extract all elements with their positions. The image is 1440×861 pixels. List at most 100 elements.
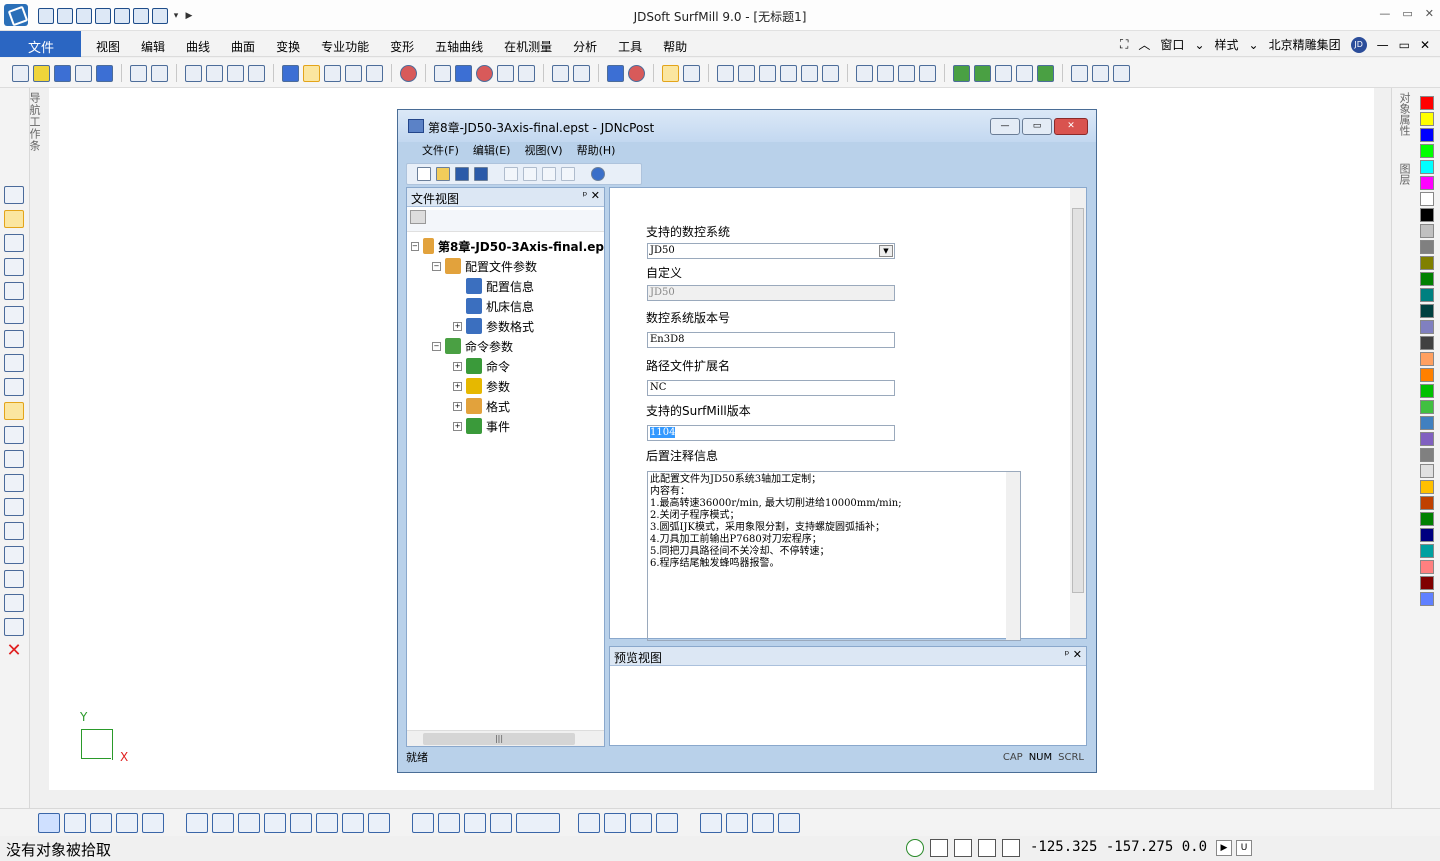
palette-swatch[interactable] [1420,464,1434,478]
palette-swatch[interactable] [1420,576,1434,590]
top-view-icon[interactable] [324,64,341,82]
refresh-icon[interactable] [1071,64,1088,82]
expand-toggle-icon[interactable]: + [453,421,462,431]
undo-view-icon[interactable] [752,813,774,833]
wireframe-icon[interactable] [434,64,451,82]
dialog-menu-help[interactable]: 帮助(H) [577,142,616,162]
restore-icon[interactable]: ▭ [1402,7,1412,20]
select-filter-icon[interactable] [662,64,679,82]
axis-view-icon[interactable] [366,64,383,82]
layers-tab[interactable]: 图层 [1398,163,1411,185]
canvas-horizontal-scrollbar[interactable] [49,790,1374,806]
expand-toggle-icon[interactable]: + [453,381,462,391]
palette-swatch[interactable] [1420,160,1434,174]
dialog-minimize-button[interactable]: — [990,118,1020,135]
menu-curve[interactable]: 曲线 [186,38,210,55]
palette-swatch[interactable] [1420,304,1434,318]
light-on-icon[interactable] [974,64,991,82]
version-field[interactable]: En3D8 [647,332,895,348]
zoom-all-icon[interactable] [780,64,797,82]
circle-center-icon[interactable] [4,306,24,324]
collapse-ribbon-icon[interactable]: ︿ [1138,36,1150,53]
tree-node[interactable]: − 命令参数 [407,336,604,356]
tree-node[interactable]: + 格式 [407,396,604,416]
snap-solid-icon[interactable] [342,813,364,833]
doc-restore-icon[interactable]: ▭ [1399,38,1410,52]
expand-toggle-icon[interactable]: + [453,321,462,331]
new-icon[interactable] [12,64,29,82]
zoom-prev-icon[interactable] [822,64,839,82]
snap-surface-icon[interactable] [316,813,338,833]
pan-icon[interactable] [856,64,873,82]
measure-icon[interactable] [4,426,24,444]
delete-icon[interactable] [185,64,202,82]
copy-icon[interactable] [227,64,244,82]
palette-swatch[interactable] [1420,112,1434,126]
menu-surface[interactable]: 曲面 [231,38,255,55]
shaded-sphere-icon[interactable] [455,64,472,82]
tree-node[interactable]: + 参数格式 [407,316,604,336]
palette-swatch[interactable] [1420,224,1434,238]
palette-swatch[interactable] [1420,96,1434,110]
menu-deform[interactable]: 变形 [390,38,414,55]
point-line-icon[interactable] [4,258,24,276]
menu-transform[interactable]: 变换 [276,38,300,55]
minimize-icon[interactable]: — [1379,7,1390,20]
file-tab[interactable]: 文件 [0,31,81,57]
properties-icon[interactable] [410,210,426,224]
snap-plane-icon[interactable] [238,813,260,833]
palette-swatch[interactable] [1420,416,1434,430]
cnc-system-select[interactable]: JD50 ▼ [647,243,895,259]
palette-swatch[interactable] [1420,288,1434,302]
menu-onmachine-measure[interactable]: 在机测量 [504,38,552,55]
window-view-icon[interactable] [726,813,748,833]
close-icon[interactable]: ✕ [1425,7,1434,20]
chevron-down-icon[interactable]: ▼ [879,245,893,257]
pane-pin-close-icon[interactable]: ᵖ ✕ [1065,648,1082,661]
tree-node[interactable]: − 配置文件参数 [407,256,604,276]
menu-edit[interactable]: 编辑 [141,38,165,55]
box-select-icon[interactable] [64,813,86,833]
canvas-vertical-scrollbar[interactable] [1374,88,1391,806]
cut-icon[interactable] [504,167,518,181]
palette-swatch[interactable] [1420,256,1434,270]
palette-swatch[interactable] [1420,128,1434,142]
new-icon[interactable] [417,167,431,181]
page-icon[interactable] [930,839,948,857]
chain-select-icon[interactable] [90,813,112,833]
extension-field[interactable]: NC [647,380,895,396]
zoom-out-icon[interactable] [738,64,755,82]
material-icon[interactable] [607,64,624,82]
capture-icon[interactable] [1016,64,1033,82]
nav-bar-label[interactable]: 导航工作条 [28,92,42,152]
color-icon[interactable] [628,64,645,82]
doc-close-icon[interactable]: ✕ [1420,38,1430,52]
snap-line-icon[interactable] [212,813,234,833]
rotate-icon[interactable] [877,64,894,82]
snap-box-icon[interactable] [290,813,312,833]
front-view-icon[interactable] [303,64,320,82]
save-icon[interactable] [455,167,469,181]
circle-icon[interactable] [573,64,590,82]
select-arrow-icon[interactable] [38,813,60,833]
palette-swatch[interactable] [1420,272,1434,286]
doc-minimize-icon[interactable]: — [1377,38,1389,52]
trim-red-icon[interactable] [4,546,24,564]
layer-a-icon[interactable] [578,813,600,833]
group-icon[interactable] [4,570,24,588]
forward-arrow-icon[interactable] [1113,64,1130,82]
palette-swatch[interactable] [1420,528,1434,542]
light-off-icon[interactable] [995,64,1012,82]
orbit-icon[interactable] [919,64,936,82]
side-view-icon[interactable] [345,64,362,82]
palette-swatch[interactable] [1420,512,1434,526]
zoom-window-icon[interactable] [759,64,776,82]
palette-swatch[interactable] [1420,560,1434,574]
tool-c-icon[interactable] [464,813,486,833]
expand-toggle-icon[interactable]: − [411,241,419,251]
trim-icon[interactable] [4,522,24,540]
tree-node[interactable]: + 命令 [407,356,604,376]
palette-swatch[interactable] [1420,336,1434,350]
layer-d-icon[interactable] [656,813,678,833]
circle-tangent-icon[interactable] [4,330,24,348]
